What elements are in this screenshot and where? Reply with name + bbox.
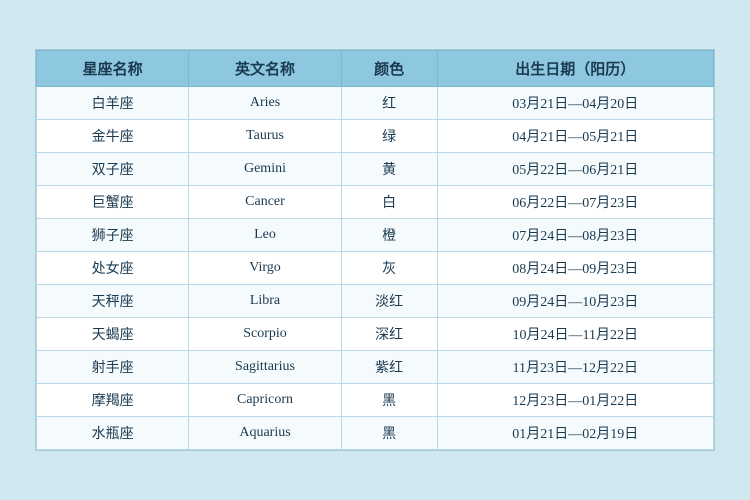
cell-dates: 03月21日—04月20日 (437, 87, 713, 120)
cell-dates: 10月24日—11月22日 (437, 318, 713, 351)
cell-chinese-name: 射手座 (37, 351, 189, 384)
cell-chinese-name: 处女座 (37, 252, 189, 285)
cell-dates: 06月22日—07月23日 (437, 186, 713, 219)
cell-dates: 08月24日—09月23日 (437, 252, 713, 285)
header-dates: 出生日期（阳历） (437, 51, 713, 87)
table-header-row: 星座名称 英文名称 颜色 出生日期（阳历） (37, 51, 714, 87)
cell-english-name: Libra (189, 285, 341, 318)
cell-color: 白 (341, 186, 437, 219)
table-row: 射手座Sagittarius紫红11月23日—12月22日 (37, 351, 714, 384)
table-row: 巨蟹座Cancer白06月22日—07月23日 (37, 186, 714, 219)
cell-color: 深红 (341, 318, 437, 351)
header-chinese-name: 星座名称 (37, 51, 189, 87)
cell-color: 黑 (341, 417, 437, 450)
cell-color: 淡红 (341, 285, 437, 318)
cell-english-name: Gemini (189, 153, 341, 186)
cell-dates: 07月24日—08月23日 (437, 219, 713, 252)
cell-chinese-name: 摩羯座 (37, 384, 189, 417)
cell-color: 红 (341, 87, 437, 120)
cell-chinese-name: 金牛座 (37, 120, 189, 153)
table-row: 白羊座Aries红03月21日—04月20日 (37, 87, 714, 120)
cell-color: 绿 (341, 120, 437, 153)
table-row: 摩羯座Capricorn黑12月23日—01月22日 (37, 384, 714, 417)
cell-color: 橙 (341, 219, 437, 252)
cell-chinese-name: 双子座 (37, 153, 189, 186)
header-color: 颜色 (341, 51, 437, 87)
cell-dates: 04月21日—05月21日 (437, 120, 713, 153)
table-row: 水瓶座Aquarius黑01月21日—02月19日 (37, 417, 714, 450)
cell-dates: 12月23日—01月22日 (437, 384, 713, 417)
header-english-name: 英文名称 (189, 51, 341, 87)
cell-english-name: Scorpio (189, 318, 341, 351)
zodiac-table-container: 星座名称 英文名称 颜色 出生日期（阳历） 白羊座Aries红03月21日—04… (35, 49, 715, 451)
cell-chinese-name: 天秤座 (37, 285, 189, 318)
cell-english-name: Cancer (189, 186, 341, 219)
cell-color: 灰 (341, 252, 437, 285)
cell-english-name: Aries (189, 87, 341, 120)
table-row: 双子座Gemini黄05月22日—06月21日 (37, 153, 714, 186)
table-row: 天秤座Libra淡红09月24日—10月23日 (37, 285, 714, 318)
table-row: 处女座Virgo灰08月24日—09月23日 (37, 252, 714, 285)
cell-english-name: Virgo (189, 252, 341, 285)
cell-english-name: Aquarius (189, 417, 341, 450)
table-row: 金牛座Taurus绿04月21日—05月21日 (37, 120, 714, 153)
cell-dates: 09月24日—10月23日 (437, 285, 713, 318)
zodiac-table: 星座名称 英文名称 颜色 出生日期（阳历） 白羊座Aries红03月21日—04… (36, 50, 714, 450)
cell-english-name: Leo (189, 219, 341, 252)
cell-chinese-name: 天蝎座 (37, 318, 189, 351)
cell-chinese-name: 巨蟹座 (37, 186, 189, 219)
cell-dates: 05月22日—06月21日 (437, 153, 713, 186)
table-row: 狮子座Leo橙07月24日—08月23日 (37, 219, 714, 252)
cell-chinese-name: 白羊座 (37, 87, 189, 120)
cell-dates: 01月21日—02月19日 (437, 417, 713, 450)
cell-dates: 11月23日—12月22日 (437, 351, 713, 384)
cell-english-name: Sagittarius (189, 351, 341, 384)
cell-chinese-name: 狮子座 (37, 219, 189, 252)
cell-color: 黑 (341, 384, 437, 417)
cell-color: 黄 (341, 153, 437, 186)
table-row: 天蝎座Scorpio深红10月24日—11月22日 (37, 318, 714, 351)
cell-chinese-name: 水瓶座 (37, 417, 189, 450)
cell-color: 紫红 (341, 351, 437, 384)
table-body: 白羊座Aries红03月21日—04月20日金牛座Taurus绿04月21日—0… (37, 87, 714, 450)
cell-english-name: Taurus (189, 120, 341, 153)
cell-english-name: Capricorn (189, 384, 341, 417)
